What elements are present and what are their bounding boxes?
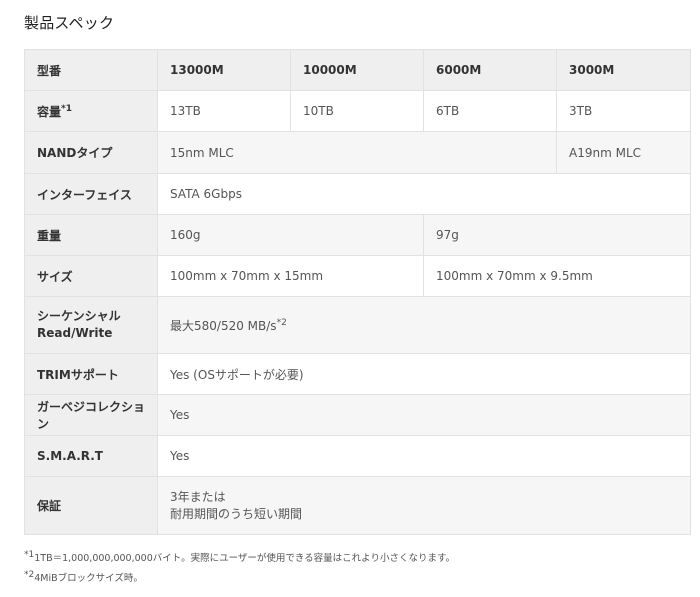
table-row-sequential: シーケンシャル Read/Write 最大580/520 MB/s*2 — [24, 296, 691, 354]
weight-value-a: 160g — [157, 214, 424, 256]
row-header-model: 型番 — [24, 49, 158, 91]
table-row-gc: ガーベジコレクション Yes — [24, 394, 691, 436]
table-row-nand: NANDタイプ 15nm MLC A19nm MLC — [24, 131, 691, 174]
row-header-trim: TRIMサポート — [24, 353, 158, 395]
size-value-a: 100mm x 70mm x 15mm — [157, 255, 424, 297]
table-row-smart: S.M.A.R.T Yes — [24, 435, 691, 477]
gc-value: Yes — [157, 394, 691, 436]
table-row-capacity: 容量*1 13TB 10TB 6TB 3TB — [24, 90, 691, 132]
row-header-sequential: シーケンシャル Read/Write — [24, 296, 158, 354]
weight-value-b: 97g — [423, 214, 691, 256]
table-row-interface: インターフェイス SATA 6Gbps — [24, 173, 691, 215]
footnote-2: *24MiBブロックサイズ時。 — [24, 569, 143, 584]
interface-value: SATA 6Gbps — [157, 173, 691, 215]
smart-value: Yes — [157, 435, 691, 477]
footnotes: *11TB＝1,000,000,000,000バイト。実際にユーザーが使用できる… — [24, 549, 455, 589]
capacity-6000m: 6TB — [423, 90, 557, 132]
model-10000m: 10000M — [290, 49, 424, 91]
model-13000m: 13000M — [157, 49, 291, 91]
table-row-trim: TRIMサポート Yes (OSサポートが必要) — [24, 353, 691, 395]
table-row-warranty: 保証 3年または 耐用期間のうち短い期間 — [24, 476, 691, 535]
row-header-smart: S.M.A.R.T — [24, 435, 158, 477]
trim-value: Yes (OSサポートが必要) — [157, 353, 691, 395]
page-title: 製品スペック — [24, 14, 115, 32]
row-header-size: サイズ — [24, 255, 158, 297]
row-header-interface: インターフェイス — [24, 173, 158, 215]
sequential-value: 最大580/520 MB/s*2 — [157, 296, 691, 354]
spec-page: 製品スペック 型番 13000M 10000M 6000M 3000M 容量*1… — [0, 0, 700, 597]
row-header-capacity: 容量*1 — [24, 90, 158, 132]
capacity-13000m: 13TB — [157, 90, 291, 132]
capacity-3000m: 3TB — [556, 90, 691, 132]
size-value-b: 100mm x 70mm x 9.5mm — [423, 255, 691, 297]
model-6000m: 6000M — [423, 49, 557, 91]
spec-table: 型番 13000M 10000M 6000M 3000M 容量*1 13TB 1… — [24, 49, 691, 535]
row-header-gc: ガーベジコレクション — [24, 394, 158, 436]
row-header-weight: 重量 — [24, 214, 158, 256]
table-row-weight: 重量 160g 97g — [24, 214, 691, 256]
row-header-nand: NANDタイプ — [24, 131, 158, 174]
row-header-warranty: 保証 — [24, 476, 158, 535]
table-row-size: サイズ 100mm x 70mm x 15mm 100mm x 70mm x 9… — [24, 255, 691, 297]
nand-value-b: A19nm MLC — [556, 131, 691, 174]
model-3000m: 3000M — [556, 49, 691, 91]
warranty-value: 3年または 耐用期間のうち短い期間 — [157, 476, 691, 535]
nand-value-a: 15nm MLC — [157, 131, 557, 174]
table-row-model: 型番 13000M 10000M 6000M 3000M — [24, 49, 691, 91]
footnote-1: *11TB＝1,000,000,000,000バイト。実際にユーザーが使用できる… — [24, 549, 456, 564]
capacity-10000m: 10TB — [290, 90, 424, 132]
